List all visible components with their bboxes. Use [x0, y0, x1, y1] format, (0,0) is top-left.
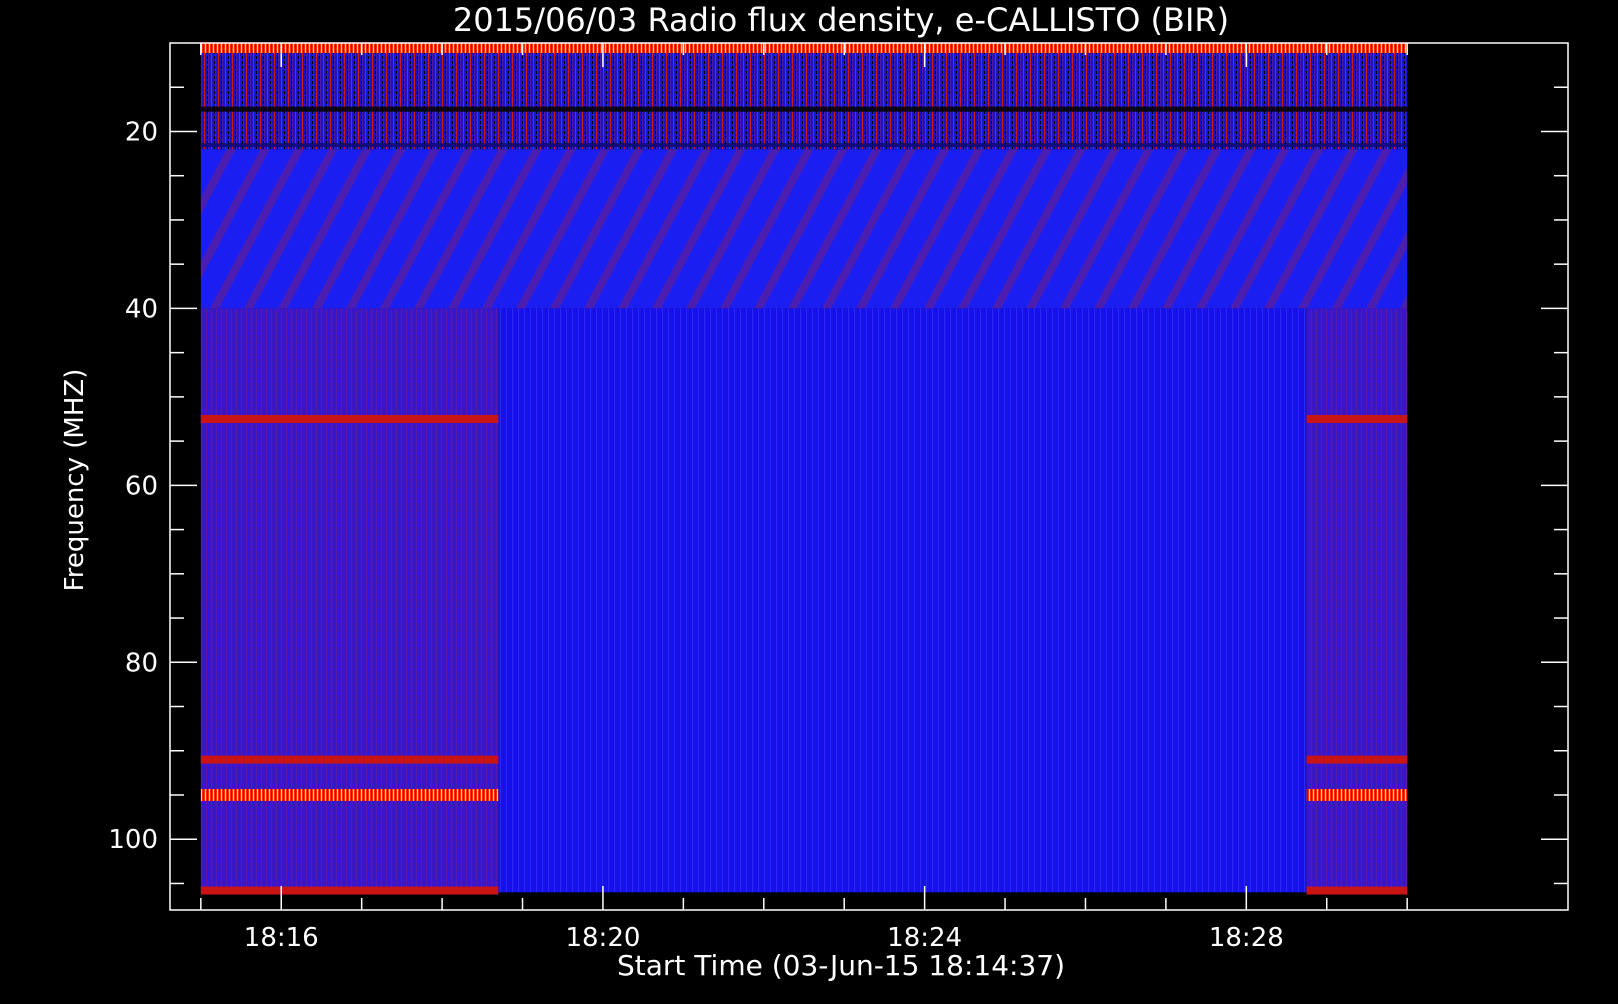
spectrogram-chart: 20 40 60 80 100 18:16 18:20 18:24 18:28 2015/06/… — [0, 0, 1618, 1000]
region-band-segment-right — [1306, 308, 1408, 893]
region-diagonal-stripes — [200, 149, 1408, 309]
x-tick-label: 18:16 — [244, 923, 319, 953]
y-tick-label: 80 — [125, 648, 158, 678]
y-tick-label: 60 — [125, 471, 158, 501]
rfi-top-edge — [200, 43, 1408, 53]
region-band-segment-left — [200, 308, 499, 893]
band-3-seg-1 — [1306, 886, 1408, 895]
chart-svg: 2040608010018:16 18:20 18:24 18:28 2015/06/… — [60, 1, 1569, 982]
x-axis-label: Start Time (03-Jun-15 18:14:37) — [617, 949, 1065, 982]
region-rfi-top — [200, 43, 1408, 150]
plot-area — [200, 43, 1408, 895]
band-2-seg-0 — [200, 788, 499, 801]
band-1-seg-1 — [1306, 755, 1408, 764]
y-tick-label: 100 — [108, 825, 158, 855]
rfi-dark-row — [200, 106, 1408, 112]
rfi-dark-row-2 — [200, 142, 1408, 147]
chart-title: 2015/06/03 Radio flux density, e-CALLIST… — [453, 1, 1229, 39]
band-3-seg-0 — [200, 886, 499, 895]
region-background — [498, 308, 1307, 893]
band-2-seg-1 — [1306, 788, 1408, 801]
y-axis-label: Frequency (MHZ) — [60, 369, 90, 592]
y-tick-label: 20 — [125, 117, 158, 147]
band-0-seg-0 — [200, 414, 499, 423]
x-tick-label: 18:28 — [1209, 923, 1284, 953]
band-0-seg-1 — [1306, 414, 1408, 423]
y-tick-label: 40 — [125, 294, 158, 324]
band-1-seg-0 — [200, 755, 499, 764]
